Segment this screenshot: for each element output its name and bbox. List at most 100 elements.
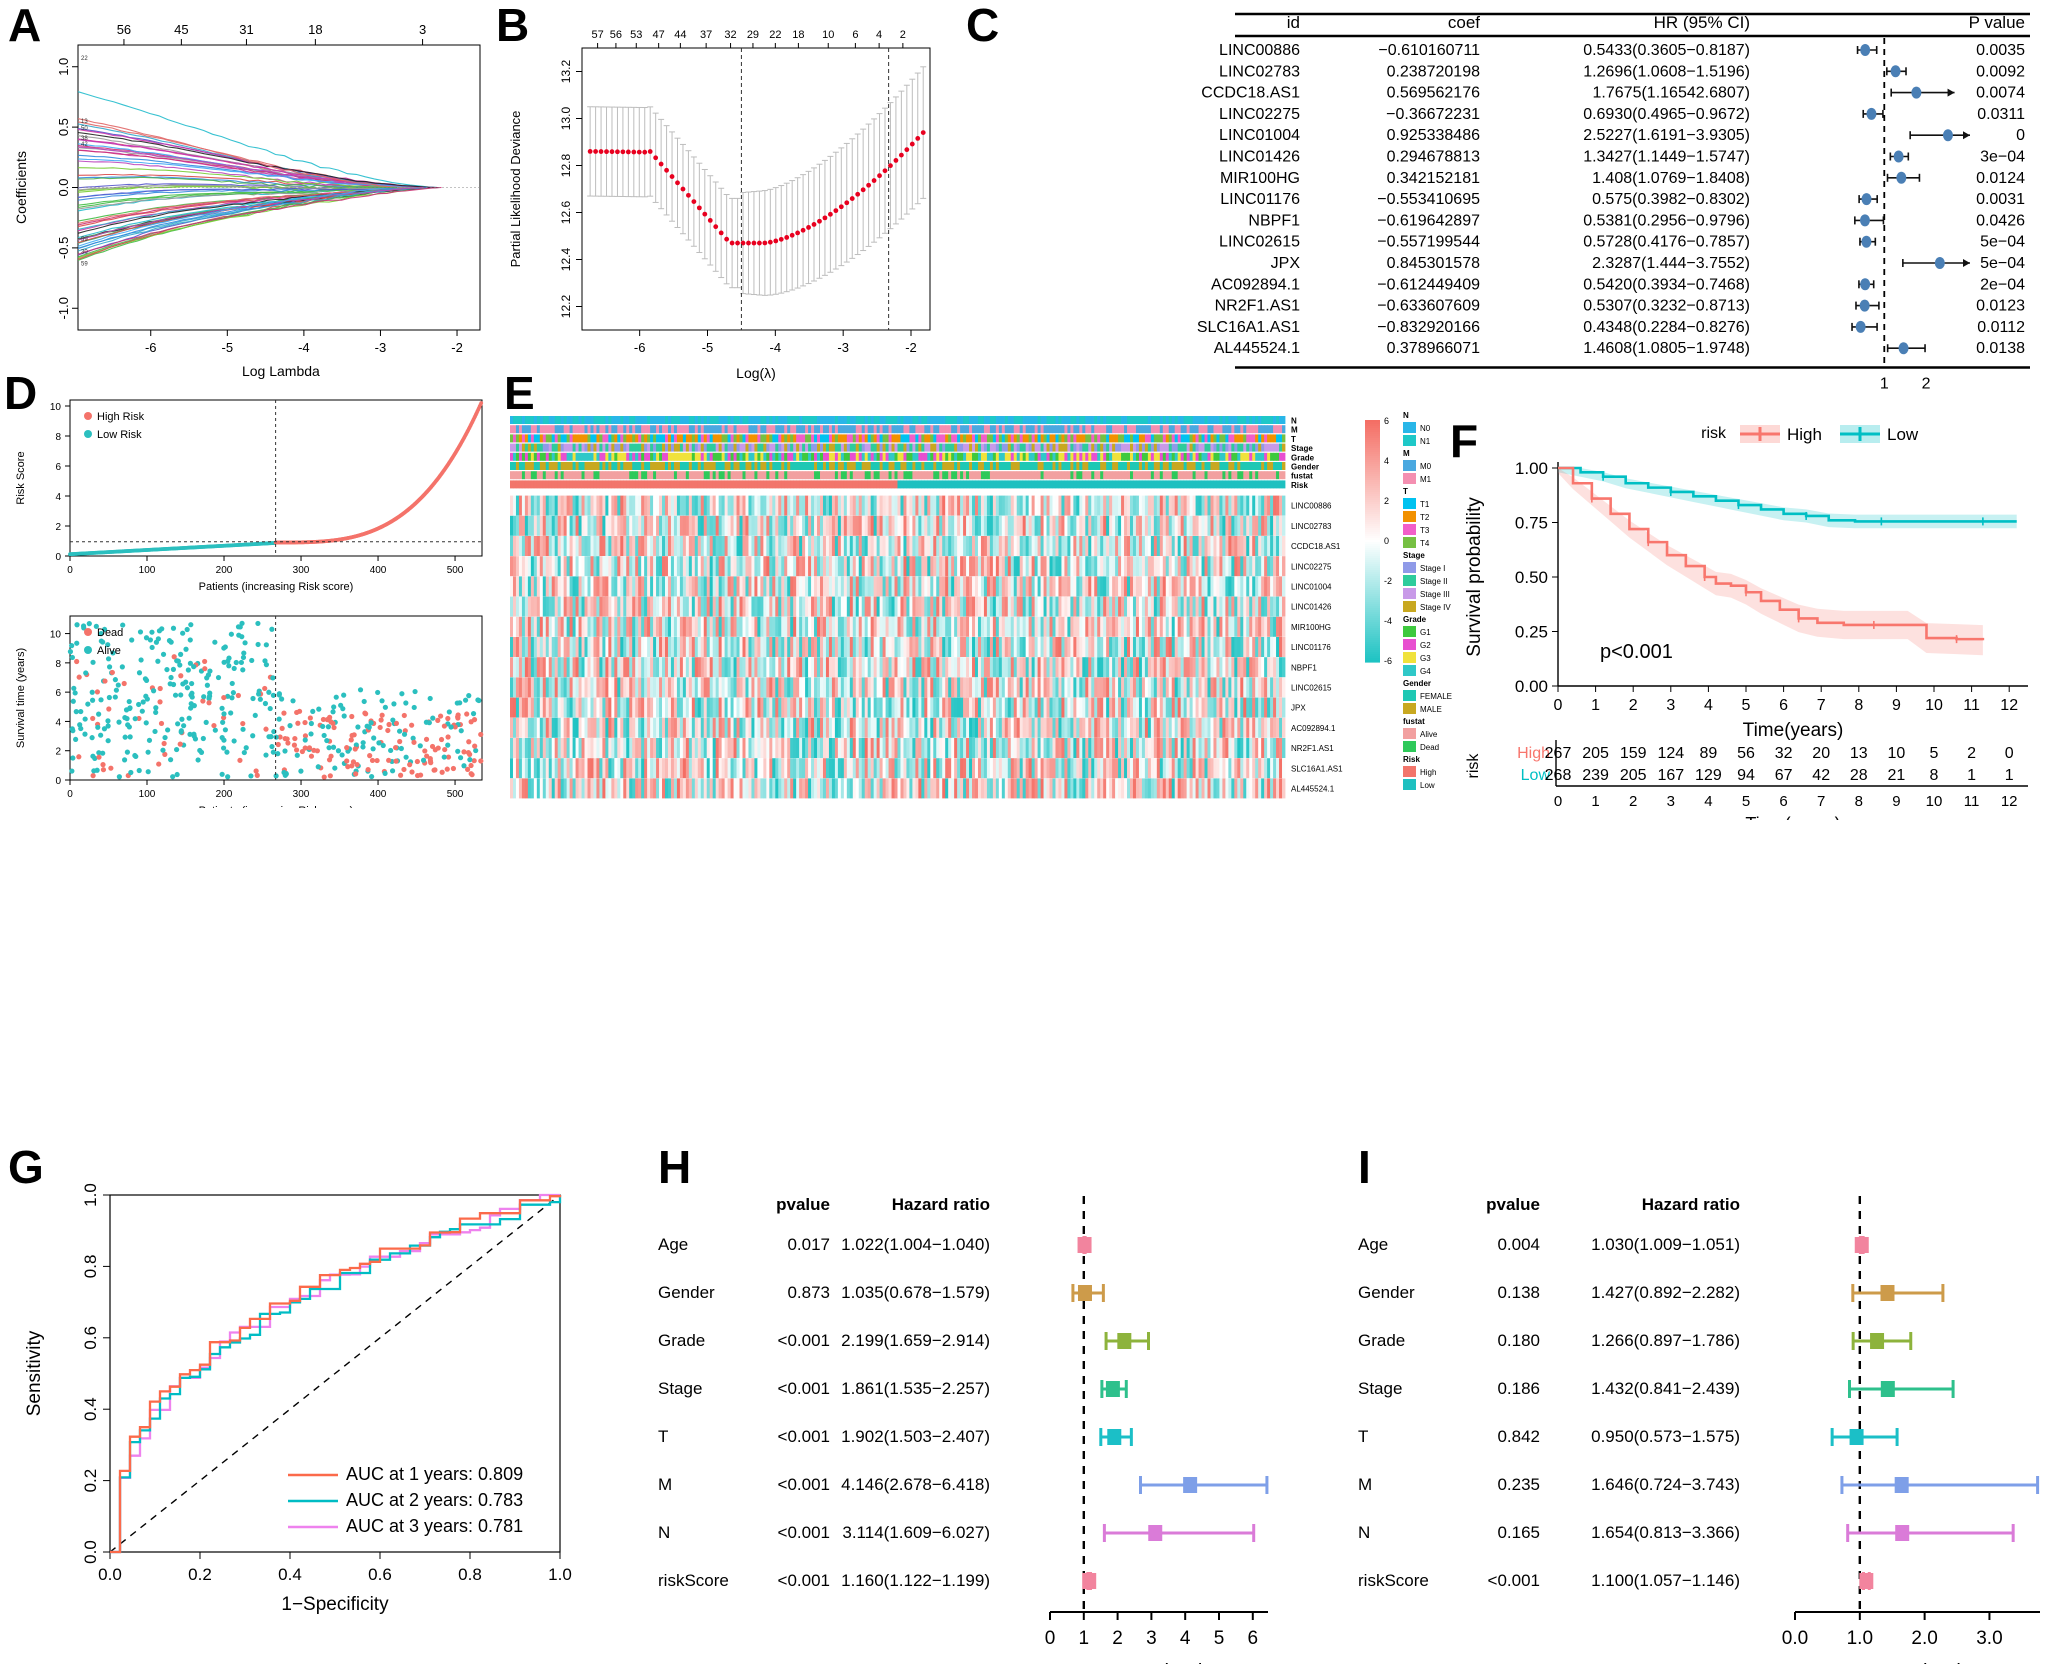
panel-e-annotation-cell	[977, 462, 982, 470]
panel-e-annotation-cell	[1091, 480, 1095, 489]
panel-e-annotation-cell	[1255, 434, 1259, 443]
panel-c-cell-p: 0.0092	[1976, 63, 2025, 80]
panel-e-annotation-cell	[1070, 416, 1074, 424]
panel-d-plot: 02468100 100 200 300 400 500Patients (increas…	[15, 399, 484, 808]
panel-d-top-x-tick-label: 100	[139, 565, 156, 576]
panel-e-annotation-cell	[1135, 462, 1140, 470]
panel-e-annotation-cell	[745, 434, 749, 443]
panel-e-heatmap-cell	[599, 556, 603, 577]
panel-e-annotation-cell	[587, 462, 591, 470]
panel-e-annotation-cell	[599, 443, 603, 452]
panel-e-heatmap-cell	[557, 495, 562, 516]
panel-e-label: E	[504, 367, 535, 419]
panel-d-survival-point	[188, 622, 194, 628]
panel-e-annotation-cell	[843, 425, 848, 434]
panel-e-heatmap-cell	[828, 576, 833, 597]
panel-e-annotation-cell	[1195, 443, 1199, 452]
panel-e-annotation-cell	[1094, 480, 1098, 489]
panel-e-annotation-cell	[742, 452, 746, 461]
panel-e-annotation-cell	[736, 471, 740, 480]
panel-e-annotation-cell	[700, 480, 705, 489]
panel-e-annotation-cell	[1073, 480, 1077, 489]
panel-e-heatmap-cell	[995, 556, 1000, 577]
panel-e-annotation-cell	[796, 471, 800, 480]
panel-e-annotation-cell	[820, 471, 824, 480]
panel-e-heatmap-cell	[656, 515, 660, 536]
panel-e-annotation-cell	[611, 462, 615, 470]
panel-d-bottom-x-tick-label: 100	[139, 789, 156, 800]
panel-e-annotation-cell	[1180, 416, 1185, 424]
panel-e-annotation-cell	[1273, 462, 1277, 470]
panel-e-heatmap-cell	[1135, 556, 1140, 577]
panel-e-annotation-cell	[539, 425, 544, 434]
panel-d-survival-point	[414, 758, 420, 765]
panel-e-annotation-cell	[793, 416, 797, 424]
panel-e-annotation-cell	[581, 480, 585, 489]
panel-e-annotation-cell	[1112, 416, 1116, 424]
panel-e-annotation-cell	[629, 434, 633, 443]
panel-e-annotation-cell	[995, 434, 1000, 443]
panel-e-heatmap-cell	[1141, 495, 1146, 516]
panel-e-heatmap-cell	[685, 495, 690, 516]
panel-e-annotation-cell	[1204, 434, 1208, 443]
panel-d-bottom-x-tick-label: 0	[67, 789, 73, 800]
panel-e-annotation-cell	[796, 425, 800, 434]
panel-e-annotation-cell	[602, 471, 606, 480]
panel-e-annotation-cell	[629, 480, 633, 489]
panel-e-heatmap-cell	[715, 515, 720, 536]
panel-e-annotation-cell	[1180, 471, 1185, 480]
panel-e-heatmap-cell	[748, 495, 752, 516]
panel-d-survival-point	[243, 745, 249, 751]
panel-e-heatmap-cell	[858, 556, 863, 577]
panel-e-annotation-cell	[533, 471, 538, 480]
panel-e-heatmap-cell	[820, 495, 824, 516]
panel-e-annotation-cell	[977, 480, 982, 489]
panel-e-heatmap-cell	[864, 515, 869, 536]
panel-e-heatmap-cell	[667, 576, 672, 597]
panel-e-annotation-cell	[709, 425, 714, 434]
panel-e-annotation-cell	[825, 425, 830, 434]
panel-e-heatmap-cell	[706, 515, 711, 536]
panel-e-heatmap-cell	[891, 495, 895, 516]
panel-e-heatmap-cell	[840, 495, 845, 516]
panel-c-cell-p: 0.0311	[1977, 106, 2025, 123]
panel-d-survival-point	[357, 687, 364, 693]
panel-e-heatmap-cell	[748, 576, 752, 597]
panel-e-heatmap-cell	[557, 576, 562, 597]
panel-e-annotation-cell	[1124, 452, 1128, 461]
panel-e-heatmap-cell	[927, 536, 931, 556]
panel-e-annotation-cell	[1109, 416, 1113, 424]
panel-e-annotation-cell	[1076, 443, 1080, 452]
panel-e-annotation-cell	[629, 425, 633, 434]
panel-e-annotation-cell	[515, 471, 520, 480]
panel-e-annotation-cell	[989, 452, 994, 461]
panel-d-survival-point	[302, 719, 308, 726]
panel-d-bottom-y-tick-label: 4	[55, 717, 61, 728]
panel-e-annotation-cell	[1100, 471, 1104, 480]
panel-e-annotation-cell	[712, 416, 717, 424]
panel-d-bottom-y-tick-label: 6	[55, 688, 61, 699]
panel-e-annotation-cell	[626, 443, 630, 452]
panel-e-annotation-cell	[575, 434, 579, 443]
panel-e-heatmap-cell	[1210, 536, 1214, 556]
panel-d-survival-point	[139, 708, 145, 714]
panel-e-annotation-cell	[1174, 425, 1179, 434]
panel-e-annotation-cell	[706, 443, 711, 452]
panel-e-annotation-cell	[903, 452, 907, 461]
panel-d-survival-point	[132, 752, 138, 759]
panel-d-survival-point	[262, 685, 268, 692]
panel-a-curves	[77, 91, 442, 261]
panel-e-heatmap-cell	[676, 495, 681, 516]
panel-e-heatmap-cell	[1249, 556, 1253, 577]
panel-e-annotation-cell	[1046, 452, 1050, 461]
panel-e-annotation-cell	[1076, 425, 1080, 434]
panel-e-heatmap-cell	[1058, 576, 1062, 597]
panel-e-annotation-cell	[1213, 434, 1217, 443]
panel-e-heatmap-cell	[1249, 495, 1253, 516]
panel-e-annotation-cell	[1228, 416, 1232, 424]
panel-e-annotation-cell	[885, 434, 889, 443]
panel-e-annotation-cell	[1198, 434, 1202, 443]
panel-e-annotation-cell	[855, 462, 860, 470]
panel-e-annotation-cell	[960, 480, 964, 489]
panel-e-annotation-cell	[942, 416, 946, 424]
